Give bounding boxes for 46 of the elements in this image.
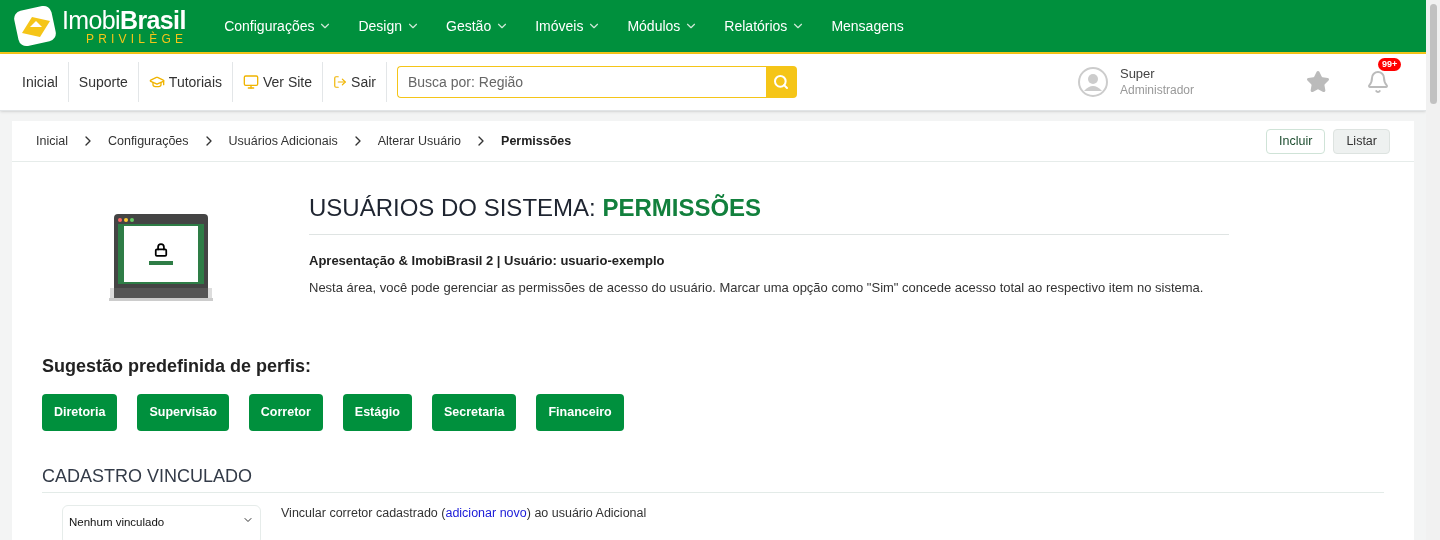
user-role: Administrador	[1119, 82, 1194, 98]
avatar-icon	[1077, 67, 1108, 97]
search-icon	[773, 74, 790, 90]
nav-menu-item[interactable]: Relatórios	[711, 0, 819, 52]
page-subtitle: Apresentação & ImobiBrasil 2 | Usuário: usuario-exemplo	[309, 252, 666, 270]
star-icon[interactable]	[1306, 70, 1330, 94]
section-heading: CADASTRO VINCULADO	[42, 463, 1384, 493]
notification-badge: 99+	[1378, 58, 1402, 71]
breadcrumb-item[interactable]: Inicial	[36, 131, 68, 151]
profile-button[interactable]: Financeiro	[536, 394, 624, 431]
action-button[interactable]: Listar	[1333, 128, 1390, 154]
linked-select[interactable]: Nenhum vinculado	[62, 505, 261, 540]
linked-description: Vincular corretor cadastrado (adicionar novo) ao usuário Adicional	[281, 505, 647, 521]
page-description: Nesta área, você pode gerenciar as permissões de acesso do usuário. Marcar uma opção como "Sim" concede acesso total ao respectivo item no sistema.	[309, 278, 1205, 296]
nav-menu-item[interactable]: Configurações	[211, 0, 346, 52]
toolbar-link[interactable]: Sair	[323, 71, 386, 93]
section-heading: Sugestão predefinida de perfis:	[42, 355, 313, 378]
profile-button[interactable]: Supervisão	[137, 394, 229, 431]
profile-button[interactable]: Corretor	[248, 394, 323, 431]
logo-tagline: PRIVILÈGE	[86, 32, 188, 45]
nav-menu-item[interactable]: Mensagens	[818, 0, 917, 52]
profile-button[interactable]: Diretoria	[42, 394, 118, 431]
exit-icon	[333, 75, 348, 89]
profile-button[interactable]: Secretaria	[431, 394, 517, 431]
action-button[interactable]: Incluir	[1266, 128, 1326, 154]
nav-menu-item[interactable]: Gestão	[433, 0, 523, 52]
search-button[interactable]	[765, 66, 797, 98]
breadcrumb-item[interactable]: Configurações	[107, 131, 189, 151]
breadcrumb-item[interactable]: Permissões	[501, 131, 572, 151]
breadcrumb-item[interactable]: Usuários Adicionais	[228, 131, 338, 151]
add-new-link[interactable]: adicionar novo	[445, 506, 527, 520]
nav-menu-item[interactable]: Design	[345, 0, 434, 52]
toolbar-link[interactable]: Inicial	[12, 71, 68, 93]
profile-button[interactable]: Estágio	[342, 394, 412, 431]
user-name: Super	[1119, 66, 1156, 83]
toolbar-link[interactable]: Tutoriais	[138, 71, 232, 93]
graduation-cap-icon	[148, 74, 165, 90]
page-title: USUÁRIOS DO SISTEMA: PERMISSÕES	[309, 190, 1229, 235]
bell-icon[interactable]	[1366, 70, 1390, 94]
monitor-icon	[243, 74, 259, 90]
nav-menu-item[interactable]: Imóveis	[522, 0, 615, 52]
toolbar-link[interactable]: Ver Site	[233, 71, 323, 93]
breadcrumb-item[interactable]: Alterar Usuário	[377, 131, 462, 151]
nav-menu-item[interactable]: Módulos	[614, 0, 712, 52]
search-field[interactable]: Busca por: Região	[396, 66, 766, 98]
toolbar-link[interactable]: Suporte	[68, 71, 138, 93]
